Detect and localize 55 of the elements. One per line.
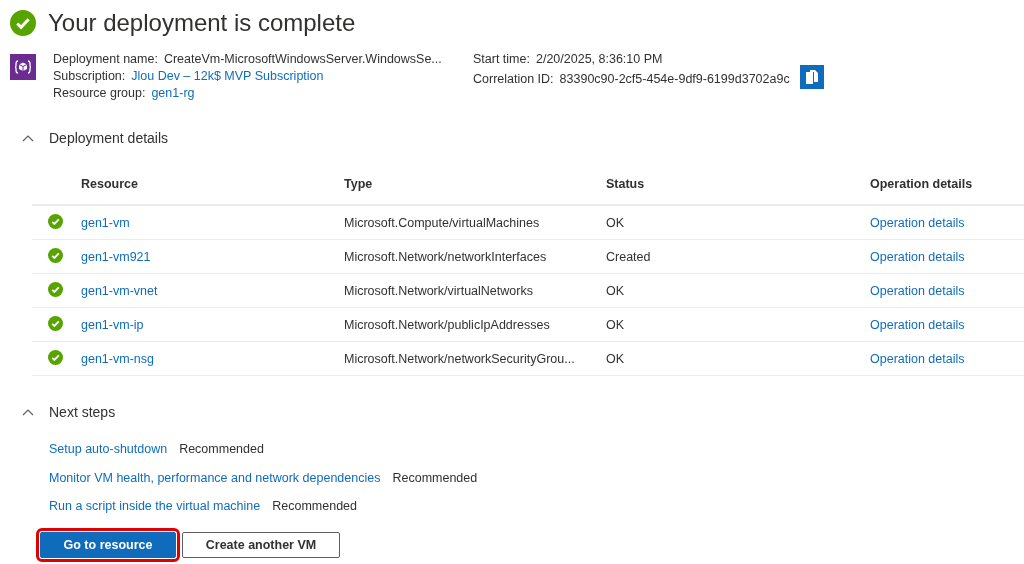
field-value: 83390c90-2cf5-454e-9df9-6199d3702a9c [559,72,790,86]
check-icon [48,349,63,365]
section-heading: Next steps [49,404,116,420]
section-heading: Deployment details [49,130,169,146]
column-header: Resource [81,177,138,191]
recommended-label: Recommended [179,442,264,457]
table-cell: OK [606,317,625,332]
next-step-link[interactable]: Run a script inside the virtual machine [49,499,261,514]
resource-link[interactable]: gen1-vm-ip [81,317,144,332]
page-title: Your deployment is complete [48,9,356,37]
check-icon [48,247,63,263]
field-value: 2/20/2025, 8:36:10 PM [535,52,663,66]
resource-link[interactable]: gen1-vm921 [81,249,151,264]
check-icon [48,315,63,331]
table-cell: Microsoft.Network/networkInterfaces [344,249,547,264]
field-value: CreateVm-MicrosoftWindowsServer.WindowsSe... [163,52,442,66]
table-cell: OK [606,351,625,366]
field-label: Resource group: [53,86,146,100]
operation-details-link[interactable]: Operation details [870,215,965,230]
recommended-label: Recommended [272,499,357,514]
field-label: Start time: [473,52,530,66]
create-vm-button[interactable]: Create another VM [182,531,340,558]
resource-link[interactable]: gen1-vm-vnet [81,283,158,298]
column-header: Operation details [870,177,973,191]
copy-icon [804,69,819,85]
field-label: Subscription: [53,69,126,83]
field-label: Correlation ID: [473,72,554,86]
recommended-label: Recommended [392,470,478,485]
operation-details-link[interactable]: Operation details [870,351,965,366]
table-cell: Microsoft.Network/publicIpAddresses [344,317,550,332]
table-cell: Created [606,249,651,264]
column-header: Status [606,177,645,191]
check-icon [10,10,36,36]
chevron-up-icon[interactable] [22,134,34,142]
next-step-link[interactable]: Setup auto-shutdown [49,442,168,457]
link[interactable]: gen1-rg [151,86,195,100]
check-icon [48,213,63,229]
table-cell: Microsoft.Compute/virtualMachines [344,215,540,230]
link[interactable]: Jlou Dev – 12k$ MVP Subscription [131,69,324,83]
resource-link[interactable]: gen1-vm-nsg [81,351,154,366]
table-cell: OK [606,215,625,230]
check-icon [48,281,63,297]
operation-details-link[interactable]: Operation details [870,249,965,264]
table-cell: Microsoft.Network/virtualNetworks [344,283,533,298]
resource-link[interactable]: gen1-vm [81,215,130,230]
table-cell: Microsoft.Network/networkSecurityGrou... [344,351,575,366]
next-step-link[interactable]: Monitor VM health, performance and network dependencies [49,470,381,485]
operation-details-link[interactable]: Operation details [870,283,965,298]
column-header: Type [344,177,373,191]
table-cell: OK [606,283,625,298]
operation-details-link[interactable]: Operation details [870,317,965,332]
field-label: Deployment name: [53,52,158,66]
chevron-up-icon[interactable] [22,408,34,416]
deployment-icon [10,54,36,80]
copy-button[interactable] [799,65,824,89]
